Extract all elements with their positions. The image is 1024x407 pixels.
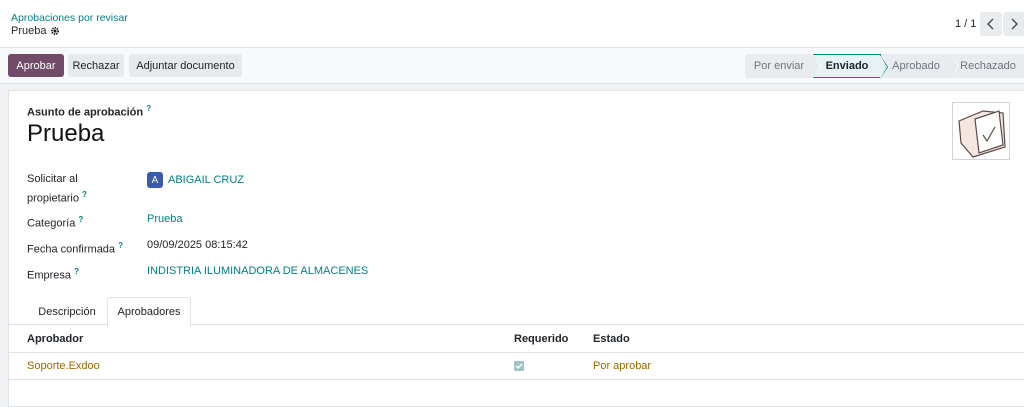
- owner-field[interactable]: A ABIGAIL CRUZ: [147, 172, 244, 188]
- tab-descripcion[interactable]: Descripción: [27, 297, 107, 325]
- stage-rechazado[interactable]: Rechazado: [951, 54, 1024, 78]
- company-value[interactable]: INDISTRIA ILUMINADORA DE ALMACENES: [147, 265, 368, 277]
- stage-enviado[interactable]: Enviado: [813, 54, 888, 79]
- breadcrumb-current: Prueba: [11, 25, 60, 37]
- reject-button[interactable]: Rechazar: [68, 54, 124, 77]
- attach-document-button[interactable]: Adjuntar documento: [129, 54, 242, 77]
- owner-value[interactable]: ABIGAIL CRUZ: [168, 174, 244, 186]
- column-header-required[interactable]: Requerido: [514, 333, 568, 345]
- stage-label: Por enviar: [753, 60, 805, 72]
- date-label: Fecha confirmada ?: [27, 238, 123, 258]
- status-cell[interactable]: Por aprobar: [593, 360, 651, 372]
- category-label: Categoría ?: [27, 212, 83, 232]
- form-sheet: Asunto de aprobación ? Prueba Solicitar …: [8, 90, 1024, 407]
- pager-previous-button[interactable]: [980, 12, 1002, 36]
- help-tooltip-icon[interactable]: ?: [78, 215, 83, 224]
- stage-arrow: [813, 54, 820, 78]
- gear-icon[interactable]: [50, 26, 60, 36]
- breadcrumb-current-label: Prueba: [11, 25, 47, 37]
- owner-label-line-2: propietario: [27, 192, 79, 205]
- company-label-text: Empresa: [27, 269, 72, 282]
- subject-label-text: Asunto de aprobación: [27, 106, 144, 119]
- tab-aprobadores[interactable]: Aprobadores: [107, 297, 191, 326]
- category-value[interactable]: Prueba: [147, 213, 182, 225]
- approve-button[interactable]: Aprobar: [8, 54, 64, 77]
- subject-label: Asunto de aprobación ?: [27, 104, 151, 119]
- table-header: Aprobador Requerido Estado: [9, 325, 1024, 353]
- folder-check-icon: [958, 110, 1006, 158]
- approver-cell[interactable]: Soporte.Exdoo: [27, 360, 100, 372]
- category-label-text: Categoría: [27, 217, 76, 230]
- action-bar: Aprobar Rechazar Adjuntar documento Por …: [0, 48, 1024, 84]
- help-tooltip-icon[interactable]: ?: [118, 241, 123, 250]
- stage-arrow: [951, 54, 958, 78]
- company-label: Empresa ?: [27, 264, 79, 284]
- owner-label-line-1: Solicitar al: [27, 173, 78, 185]
- control-panel: Aprobaciones por revisar Prueba 1 / 1: [0, 0, 1024, 48]
- help-tooltip-icon[interactable]: ?: [74, 267, 79, 276]
- stage-por-enviar[interactable]: Por enviar: [745, 54, 821, 78]
- record-title[interactable]: Prueba: [27, 120, 104, 148]
- table-row[interactable]: Soporte.Exdoo Por aprobar: [9, 353, 1024, 380]
- help-tooltip-icon[interactable]: ?: [82, 190, 87, 199]
- column-header-approver[interactable]: Aprobador: [27, 333, 83, 345]
- stage-aprobado[interactable]: Aprobado: [881, 54, 959, 78]
- notebook-tabs: Descripción Aprobadores: [9, 296, 1024, 326]
- chevron-left-icon: [987, 18, 994, 30]
- pager-next-button[interactable]: [1003, 12, 1024, 36]
- breadcrumb-parent-link[interactable]: Aprobaciones por revisar: [11, 12, 128, 24]
- column-header-status[interactable]: Estado: [593, 333, 630, 345]
- stage-label: Enviado: [825, 60, 869, 72]
- status-bar: Por enviar Enviado Aprobado Rechazado: [745, 54, 1024, 79]
- help-tooltip-icon[interactable]: ?: [146, 104, 151, 113]
- folder-image[interactable]: [952, 102, 1010, 160]
- approvers-table: Aprobador Requerido Estado Soporte.Exdoo…: [9, 325, 1024, 380]
- stage-arrow: [880, 55, 887, 79]
- avatar: A: [147, 172, 163, 188]
- date-value[interactable]: 09/09/2025 08:15:42: [147, 239, 248, 251]
- required-checkbox[interactable]: [514, 361, 524, 371]
- stage-label: Aprobado: [892, 60, 940, 72]
- chevron-right-icon: [1011, 18, 1018, 30]
- date-label-text: Fecha confirmada: [27, 243, 116, 256]
- pager-value[interactable]: 1 / 1: [955, 18, 976, 30]
- stage-label: Rechazado: [960, 60, 1016, 72]
- check-icon: [515, 363, 523, 369]
- owner-label: Solicitar al propietario ?: [27, 172, 87, 207]
